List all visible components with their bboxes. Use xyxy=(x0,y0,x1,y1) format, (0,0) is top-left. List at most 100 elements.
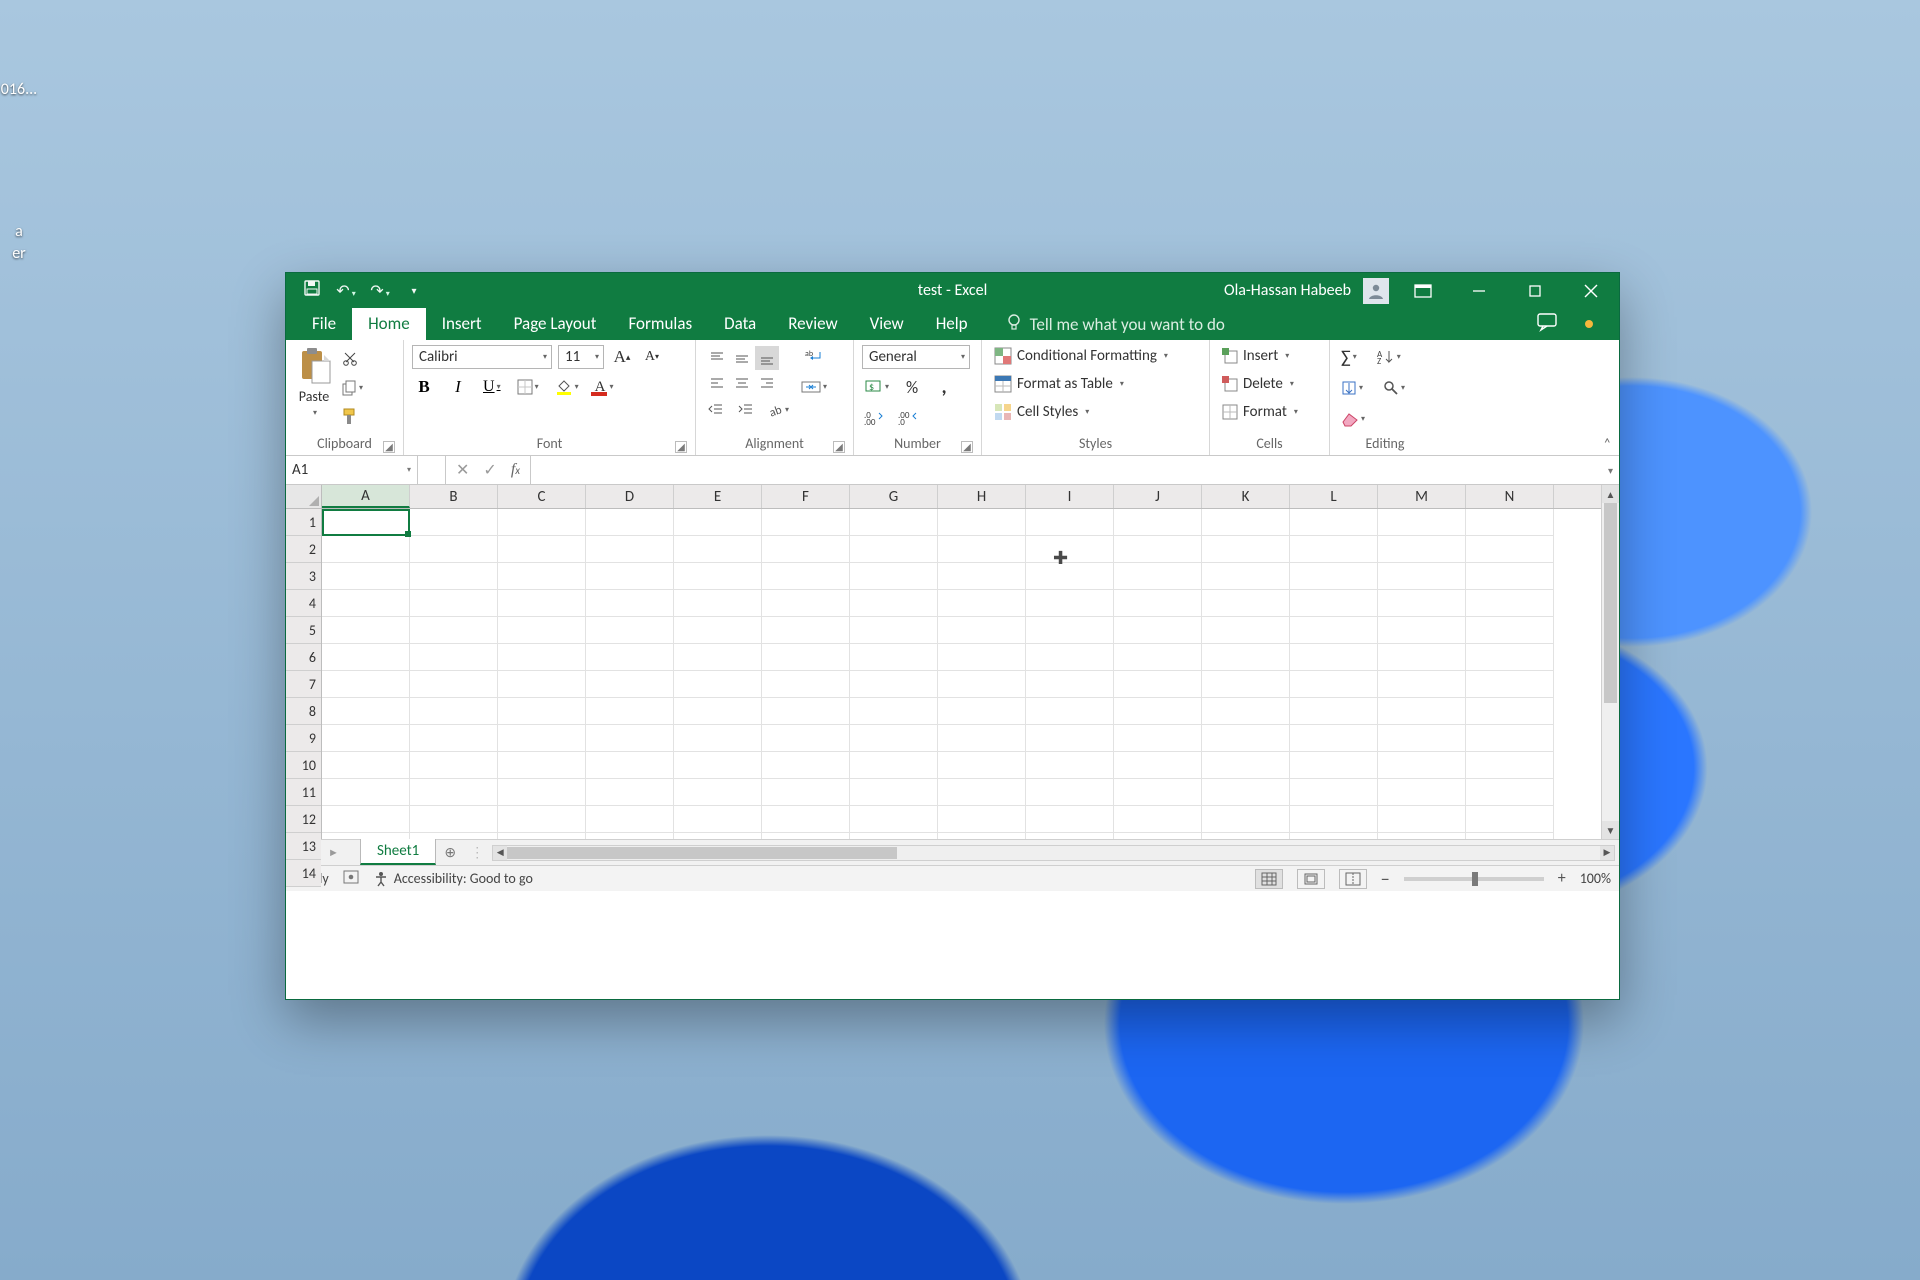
cell[interactable] xyxy=(762,833,850,839)
normal-view-icon[interactable] xyxy=(1255,869,1283,889)
column-header[interactable]: C xyxy=(498,485,586,508)
cell[interactable] xyxy=(586,617,674,644)
cell[interactable] xyxy=(1026,779,1114,806)
cell[interactable] xyxy=(322,833,410,839)
cell[interactable] xyxy=(322,590,410,617)
paste-button[interactable]: Paste ▾ xyxy=(294,345,334,420)
cell[interactable] xyxy=(850,725,938,752)
page-layout-view-icon[interactable] xyxy=(1297,869,1325,889)
decrease-font-icon[interactable]: A▾ xyxy=(641,346,663,368)
bold-icon[interactable]: B xyxy=(413,376,435,398)
cell[interactable] xyxy=(1466,509,1554,536)
close-button[interactable] xyxy=(1569,273,1613,308)
cell[interactable] xyxy=(586,671,674,698)
zoom-slider[interactable] xyxy=(1404,877,1544,881)
cell[interactable] xyxy=(1114,725,1202,752)
worksheet-grid[interactable]: 1234567891011121314 ABCDEFGHIJKLMN ✚ ▲ ▼ xyxy=(286,485,1619,839)
delete-cells-button[interactable]: Delete▾ xyxy=(1218,373,1300,395)
desktop-shortcut-1[interactable]: 016... xyxy=(0,80,38,99)
cell[interactable] xyxy=(938,806,1026,833)
cell[interactable] xyxy=(1202,833,1290,839)
cell[interactable] xyxy=(762,752,850,779)
sheet-tab-1[interactable]: Sheet1 xyxy=(360,838,436,865)
cell[interactable] xyxy=(410,725,498,752)
cell[interactable] xyxy=(1378,779,1466,806)
desktop-shortcut-2[interactable]: a xyxy=(0,222,38,241)
number-format-combo[interactable]: General▾ xyxy=(862,345,970,369)
cell[interactable] xyxy=(938,833,1026,839)
cell[interactable] xyxy=(762,509,850,536)
cell[interactable] xyxy=(762,644,850,671)
increase-indent-icon[interactable] xyxy=(735,399,757,421)
column-header[interactable]: F xyxy=(762,485,850,508)
column-header[interactable]: K xyxy=(1202,485,1290,508)
font-name-combo[interactable]: Calibri▾ xyxy=(412,345,552,369)
name-box[interactable]: A1▾ xyxy=(286,456,418,484)
scroll-up-icon[interactable]: ▲ xyxy=(1602,485,1619,503)
desktop-shortcut-3[interactable]: er xyxy=(0,244,38,263)
cell[interactable] xyxy=(1202,644,1290,671)
sort-filter-icon[interactable]: AZ▾ xyxy=(1375,346,1403,368)
autosum-icon[interactable]: ∑▾ xyxy=(1339,346,1359,368)
accessibility-status[interactable]: Accessibility: Good to go xyxy=(373,870,533,887)
account-avatar-icon[interactable] xyxy=(1363,278,1389,304)
cell[interactable] xyxy=(1378,806,1466,833)
tab-page-layout[interactable]: Page Layout xyxy=(498,308,613,340)
cell[interactable] xyxy=(674,671,762,698)
row-header[interactable]: 5 xyxy=(286,617,321,644)
row-header[interactable]: 3 xyxy=(286,563,321,590)
cell[interactable] xyxy=(322,563,410,590)
copy-icon[interactable]: ▾ xyxy=(339,377,365,399)
maximize-button[interactable] xyxy=(1513,273,1557,308)
cell[interactable] xyxy=(850,563,938,590)
alignment-dialog-launcher[interactable]: ◢ xyxy=(833,441,845,453)
cell[interactable] xyxy=(1290,509,1378,536)
column-header[interactable]: I xyxy=(1026,485,1114,508)
cell[interactable] xyxy=(1202,617,1290,644)
redo-icon[interactable]: ↷▾ xyxy=(370,281,390,301)
cell[interactable] xyxy=(498,806,586,833)
cell[interactable] xyxy=(586,644,674,671)
cell[interactable] xyxy=(850,752,938,779)
cell[interactable] xyxy=(322,509,410,536)
row-header[interactable]: 2 xyxy=(286,536,321,563)
align-middle-icon[interactable] xyxy=(730,346,754,370)
scroll-down-icon[interactable]: ▼ xyxy=(1602,821,1619,839)
column-header[interactable]: D xyxy=(586,485,674,508)
cell[interactable] xyxy=(1202,671,1290,698)
increase-font-icon[interactable]: A▴ xyxy=(611,346,633,368)
macro-record-icon[interactable] xyxy=(343,869,359,889)
tab-home[interactable]: Home xyxy=(352,308,426,340)
cell[interactable] xyxy=(1290,563,1378,590)
tab-insert[interactable]: Insert xyxy=(426,308,498,340)
cell[interactable] xyxy=(322,725,410,752)
cell[interactable] xyxy=(1202,779,1290,806)
cell[interactable] xyxy=(498,833,586,839)
cell[interactable] xyxy=(498,698,586,725)
cell[interactable] xyxy=(1290,671,1378,698)
cell[interactable] xyxy=(1290,536,1378,563)
align-right-icon[interactable] xyxy=(755,371,779,395)
row-header[interactable]: 11 xyxy=(286,779,321,806)
cell[interactable] xyxy=(1026,671,1114,698)
cell[interactable] xyxy=(938,617,1026,644)
zoom-in-button[interactable]: + xyxy=(1558,869,1566,888)
vertical-scrollbar[interactable]: ▲ ▼ xyxy=(1601,485,1619,839)
conditional-formatting-button[interactable]: Conditional Formatting▾ xyxy=(990,345,1174,367)
fill-icon[interactable]: ▾ xyxy=(1339,377,1365,399)
cell[interactable] xyxy=(1466,563,1554,590)
tell-me-search[interactable]: Tell me what you want to do xyxy=(984,308,1225,340)
cell[interactable] xyxy=(938,590,1026,617)
cell[interactable] xyxy=(850,509,938,536)
zoom-level[interactable]: 100% xyxy=(1580,870,1611,887)
select-all-button[interactable] xyxy=(286,485,321,509)
cell[interactable] xyxy=(322,536,410,563)
cell[interactable] xyxy=(762,671,850,698)
cell[interactable] xyxy=(498,563,586,590)
column-header[interactable]: M xyxy=(1378,485,1466,508)
cell[interactable] xyxy=(1466,725,1554,752)
cell[interactable] xyxy=(1378,698,1466,725)
cell[interactable] xyxy=(1026,536,1114,563)
borders-icon[interactable]: ▾ xyxy=(515,376,541,398)
cell[interactable] xyxy=(322,698,410,725)
